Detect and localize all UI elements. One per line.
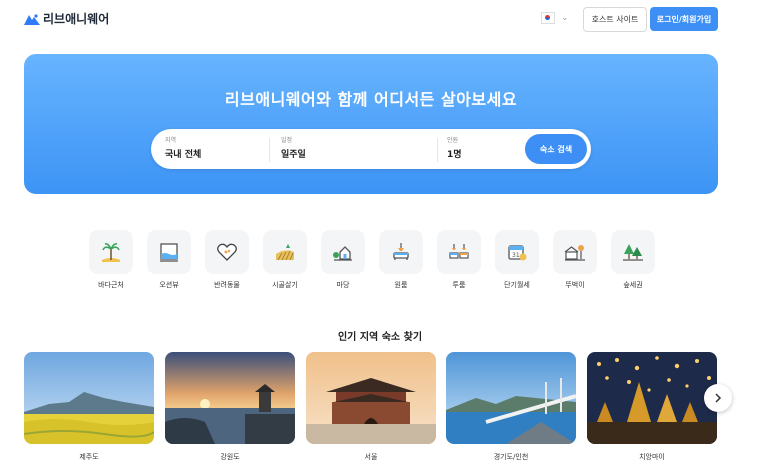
gangwon-photo <box>165 352 295 444</box>
category-label: 단기월세 <box>504 281 530 289</box>
category-yard[interactable]: 마당 <box>320 230 366 290</box>
carousel-next-button[interactable] <box>704 384 732 412</box>
category-label: 시골살기 <box>272 281 298 289</box>
category-near-sea[interactable]: 바다근처 <box>88 230 134 290</box>
region-label: 서울 <box>364 453 378 461</box>
monthly-rent-icon: 31 <box>508 245 527 261</box>
period-value: 일주일 <box>281 150 306 160</box>
region-label: 경기도/인천 <box>493 453 529 461</box>
chevron-down-icon: ⌄ <box>561 13 569 23</box>
host-site-button[interactable]: 호스트 사이트 <box>583 7 647 32</box>
category-label: 원룸 <box>394 281 408 289</box>
yard-house-icon <box>333 246 352 261</box>
category-one-room[interactable]: 원룸 <box>378 230 424 290</box>
logo[interactable]: 리브애니웨어 <box>24 10 109 27</box>
region-label: 치앙마이 <box>639 453 665 461</box>
category-label: 오션뷰 <box>159 281 179 289</box>
hero-banner: 리브애니웨어와 함께 어디서든 살아보세요 지역 국내 전체 일정 일주일 인원… <box>24 54 718 194</box>
category-ocean-view[interactable]: 오션뷰 <box>146 230 192 290</box>
logo-text: 리브애니웨어 <box>43 12 110 26</box>
chevron-right-icon <box>715 393 722 403</box>
guests-field[interactable]: 인원 1명 <box>447 135 517 163</box>
category-forest[interactable]: 숲세권 <box>610 230 656 290</box>
category-label: 투룸 <box>452 281 466 289</box>
category-label: 마당 <box>336 281 350 289</box>
jeju-photo <box>24 352 154 444</box>
ocean-view-icon <box>160 243 178 262</box>
category-label: 반려동물 <box>214 281 240 289</box>
search-button[interactable]: 숙소 검색 <box>525 134 587 164</box>
region-card-seoul[interactable]: 서울 <box>306 352 436 462</box>
region-card-gangwon[interactable]: 강원도 <box>165 352 295 462</box>
category-monthly-rent[interactable]: 31 단기월세 <box>494 230 540 290</box>
period-label: 일정 <box>281 137 293 144</box>
forest-icon <box>623 244 643 261</box>
logo-icon <box>24 13 40 25</box>
category-label: 숲세권 <box>623 281 643 289</box>
region-field[interactable]: 지역 국내 전체 <box>165 135 265 163</box>
gyeonggi-incheon-photo <box>446 352 576 444</box>
period-field[interactable]: 일정 일주일 <box>281 135 431 163</box>
one-room-icon <box>393 243 409 260</box>
guests-value: 1명 <box>447 150 462 160</box>
region-card-chiang-mai[interactable]: 치앙마이 <box>587 352 717 462</box>
category-two-room[interactable]: 투룸 <box>436 230 482 290</box>
login-signup-button[interactable]: 로그인/회원가입 <box>650 7 718 31</box>
palm-beach-icon <box>102 243 120 262</box>
two-room-icon <box>449 244 469 259</box>
category-walker[interactable]: 뚜벅이 <box>552 230 598 290</box>
category-pets[interactable]: 반려동물 <box>204 230 250 290</box>
hero-title: 리브애니웨어와 함께 어디서든 살아보세요 <box>224 90 518 109</box>
walker-icon <box>564 245 585 261</box>
region-label: 제주도 <box>79 453 99 461</box>
countryside-icon <box>276 244 294 261</box>
region-value: 국내 전체 <box>165 150 202 160</box>
header: 리브애니웨어 ⌄ 호스트 사이트 로그인/회원가입 <box>0 0 760 40</box>
pet-heart-icon <box>217 243 237 261</box>
category-countryside[interactable]: 시골살기 <box>262 230 308 290</box>
seoul-photo <box>306 352 436 444</box>
svg-text:31: 31 <box>512 252 520 259</box>
language-selector[interactable]: ⌄ <box>541 12 569 24</box>
region-label: 강원도 <box>220 453 240 461</box>
region-card-jeju[interactable]: 제주도 <box>24 352 154 462</box>
chiang-mai-photo <box>587 352 717 444</box>
region-label: 지역 <box>165 137 177 144</box>
category-label: 뚜벅이 <box>565 281 585 289</box>
category-label: 바다근처 <box>98 281 124 289</box>
search-bar: 지역 국내 전체 일정 일주일 인원 1명 숙소 검색 <box>151 129 591 169</box>
korea-flag-icon <box>541 12 555 24</box>
divider <box>437 138 438 162</box>
region-card-gyeonggi-incheon[interactable]: 경기도/인천 <box>446 352 576 462</box>
popular-regions-title: 인기 지역 숙소 찾기 <box>337 332 423 343</box>
guests-label: 인원 <box>447 137 459 144</box>
divider <box>269 138 270 162</box>
